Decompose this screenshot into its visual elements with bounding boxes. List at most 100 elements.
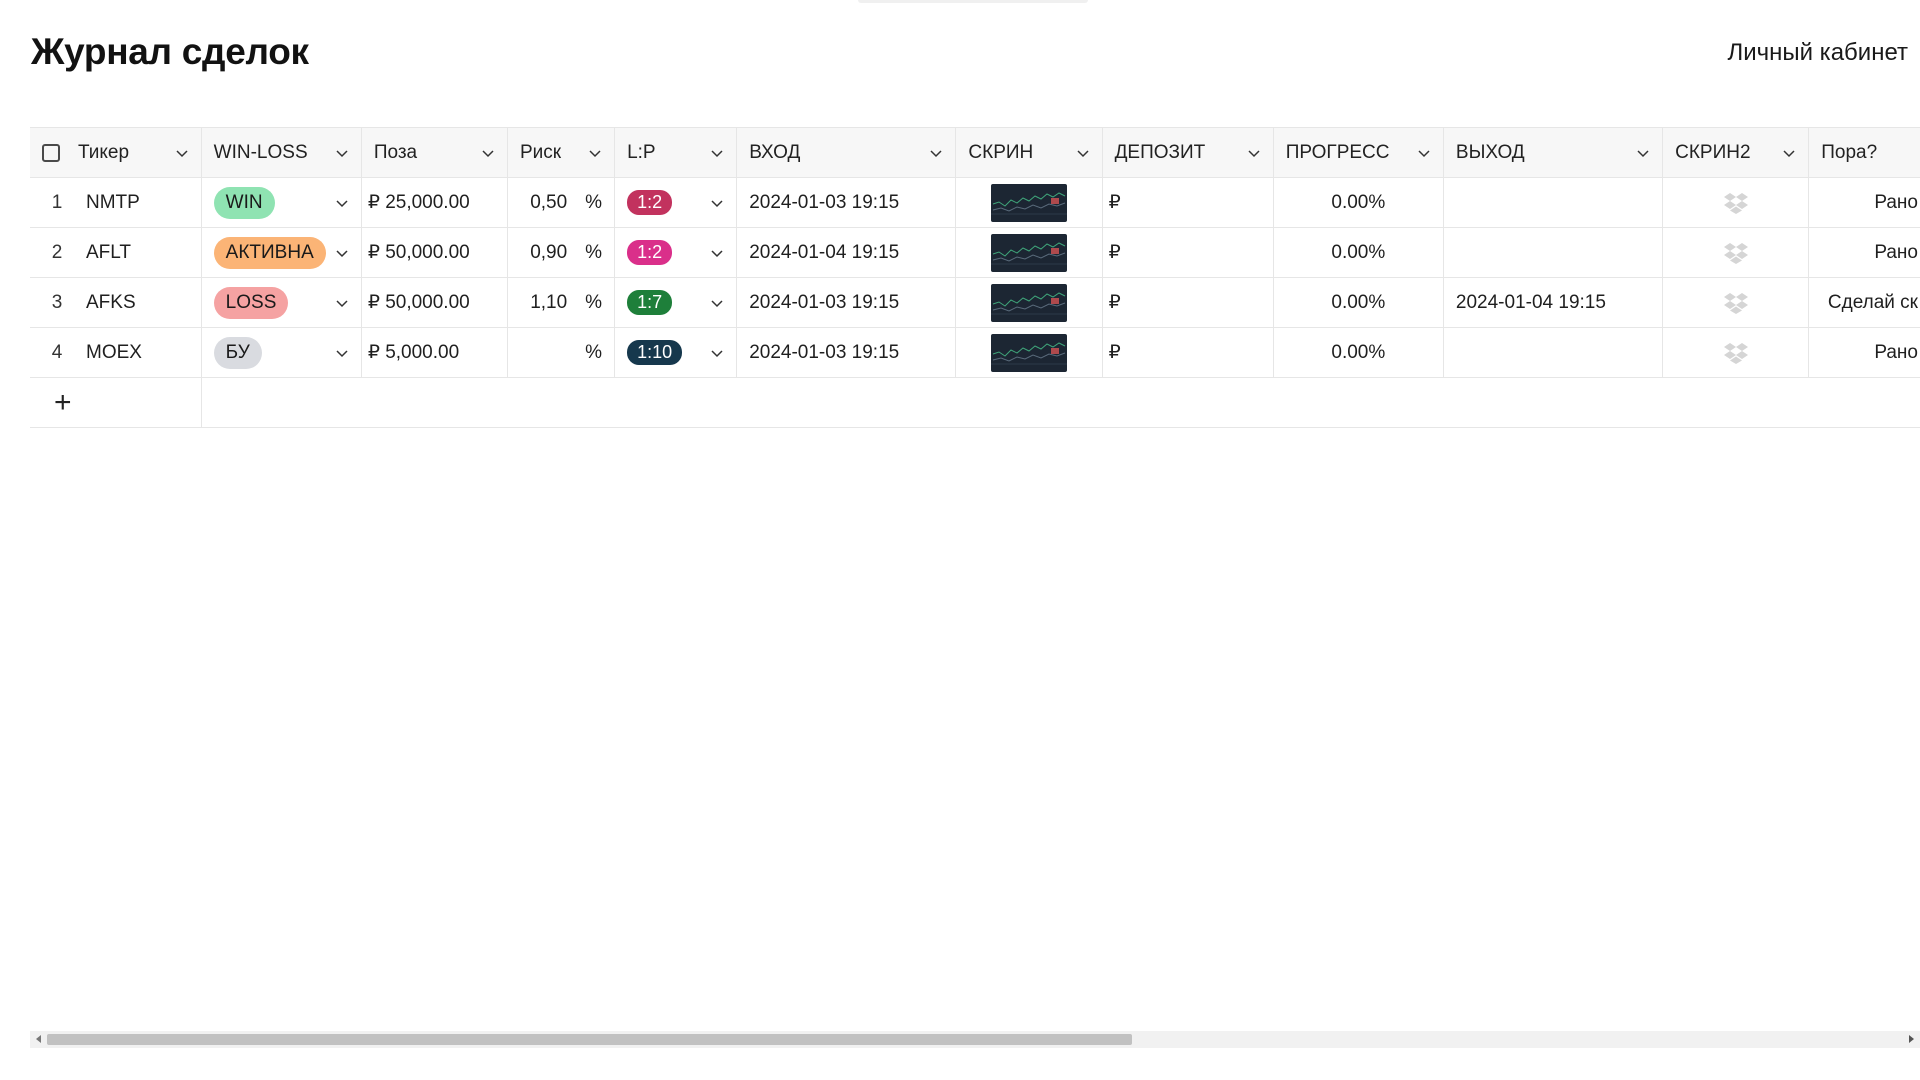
chevron-down-icon[interactable]: [1076, 146, 1090, 160]
lp-badge[interactable]: 1:2: [627, 240, 673, 265]
chevron-down-icon[interactable]: [929, 146, 943, 160]
cell-progress[interactable]: 0.00%: [1273, 277, 1444, 328]
table-row[interactable]: 4 MOEX БУ ₽ 5,000.00 % 1:10 2024-01-03 19…: [30, 327, 1920, 378]
cell-poza[interactable]: ₽ 50,000.00: [361, 277, 508, 328]
cell-entry[interactable]: 2024-01-03 19:15: [736, 327, 957, 378]
cell-exit[interactable]: 2024-01-04 19:15: [1443, 277, 1664, 328]
cell-deposit[interactable]: ₽: [1102, 327, 1274, 378]
cell-screen2[interactable]: [1662, 277, 1810, 328]
chevron-down-icon[interactable]: [481, 146, 495, 160]
chevron-down-icon[interactable]: [335, 346, 349, 360]
status-badge[interactable]: WIN: [213, 186, 275, 219]
table-row[interactable]: 2 AFLT АКТИВНА ₽ 50,000.00 0,90% 1:2 2024…: [30, 227, 1920, 278]
table-row[interactable]: 1 NMTP WIN ₽ 25,000.00 0,50% 1:2 2024-01-…: [30, 177, 1920, 228]
header-pora[interactable]: Пора?: [1808, 127, 1920, 178]
status-badge[interactable]: БУ: [213, 336, 262, 369]
cell-poza[interactable]: ₽ 50,000.00: [361, 227, 508, 278]
chevron-down-icon[interactable]: [1782, 146, 1796, 160]
cell-screen2[interactable]: [1662, 327, 1810, 378]
cell-lp[interactable]: 1:2: [614, 177, 738, 228]
cell-screen[interactable]: [955, 327, 1103, 378]
dropbox-icon[interactable]: [1723, 242, 1748, 264]
horizontal-scrollbar[interactable]: [30, 1031, 1920, 1048]
chevron-down-icon[interactable]: [335, 196, 349, 210]
cell-progress[interactable]: 0.00%: [1273, 327, 1444, 378]
chart-screenshot-thumbnail[interactable]: [990, 333, 1067, 372]
header-exit[interactable]: ВЫХОД: [1443, 127, 1664, 178]
status-badge[interactable]: АКТИВНА: [213, 236, 326, 269]
header-screen2[interactable]: СКРИН2: [1662, 127, 1810, 178]
cell-deposit[interactable]: ₽: [1102, 277, 1274, 328]
chart-screenshot-thumbnail[interactable]: [990, 183, 1067, 222]
chart-screenshot-thumbnail[interactable]: [990, 233, 1067, 272]
cell-win-loss[interactable]: АКТИВНА: [201, 227, 362, 278]
plus-icon[interactable]: +: [42, 386, 72, 419]
cell-win-loss[interactable]: БУ: [201, 327, 362, 378]
scroll-right-icon[interactable]: [1909, 1035, 1914, 1043]
cell-ticker[interactable]: 3 AFKS: [30, 277, 202, 328]
chevron-down-icon[interactable]: [335, 246, 349, 260]
cell-ticker[interactable]: 2 AFLT: [30, 227, 202, 278]
chevron-down-icon[interactable]: [710, 246, 724, 260]
cell-ticker[interactable]: 4 MOEX: [30, 327, 202, 378]
account-link[interactable]: Личный кабинет: [1727, 39, 1908, 67]
header-progress[interactable]: ПРОГРЕСС: [1273, 127, 1444, 178]
cell-ticker[interactable]: 1 NMTP: [30, 177, 202, 228]
cell-risk[interactable]: %: [507, 327, 616, 378]
cell-lp[interactable]: 1:10: [614, 327, 738, 378]
cell-screen[interactable]: [955, 277, 1103, 328]
cell-screen2[interactable]: [1662, 177, 1810, 228]
cell-pora[interactable]: Рано: [1808, 327, 1920, 378]
header-lp[interactable]: L:P: [614, 127, 738, 178]
cell-pora[interactable]: Сделай ск: [1808, 277, 1920, 328]
cell-exit[interactable]: [1443, 327, 1664, 378]
cell-pora[interactable]: Рано: [1808, 227, 1920, 278]
cell-progress[interactable]: 0.00%: [1273, 177, 1444, 228]
cell-exit[interactable]: [1443, 227, 1664, 278]
chevron-down-icon[interactable]: [588, 146, 602, 160]
scroll-left-icon[interactable]: [36, 1035, 41, 1043]
cell-progress[interactable]: 0.00%: [1273, 227, 1444, 278]
status-badge[interactable]: LOSS: [213, 286, 289, 319]
cell-poza[interactable]: ₽ 5,000.00: [361, 327, 508, 378]
cell-exit[interactable]: [1443, 177, 1664, 228]
cell-deposit[interactable]: ₽: [1102, 177, 1274, 228]
chevron-down-icon[interactable]: [1417, 146, 1431, 160]
cell-screen[interactable]: [955, 227, 1103, 278]
dropbox-icon[interactable]: [1723, 192, 1748, 214]
cell-risk[interactable]: 1,10%: [507, 277, 616, 328]
cell-screen[interactable]: [955, 177, 1103, 228]
chevron-down-icon[interactable]: [1247, 146, 1261, 160]
cell-deposit[interactable]: ₽: [1102, 227, 1274, 278]
chevron-down-icon[interactable]: [710, 196, 724, 210]
table-row[interactable]: 3 AFKS LOSS ₽ 50,000.00 1,10% 1:7 2024-01…: [30, 277, 1920, 328]
header-risk[interactable]: Риск: [507, 127, 616, 178]
header-entry[interactable]: ВХОД: [736, 127, 957, 178]
cell-entry[interactable]: 2024-01-03 19:15: [736, 277, 957, 328]
chevron-down-icon[interactable]: [335, 296, 349, 310]
chevron-down-icon[interactable]: [335, 146, 349, 160]
cell-win-loss[interactable]: LOSS: [201, 277, 362, 328]
header-poza[interactable]: Поза: [361, 127, 508, 178]
cell-risk[interactable]: 0,50%: [507, 177, 616, 228]
header-ticker[interactable]: Тикер: [30, 127, 202, 178]
lp-badge[interactable]: 1:10: [627, 340, 683, 365]
chevron-down-icon[interactable]: [710, 146, 724, 160]
header-win-loss[interactable]: WIN-LOSS: [201, 127, 362, 178]
scrollbar-thumb[interactable]: [47, 1034, 1132, 1045]
chevron-down-icon[interactable]: [710, 296, 724, 310]
chevron-down-icon[interactable]: [175, 146, 189, 160]
lp-badge[interactable]: 1:7: [627, 290, 673, 315]
cell-poza[interactable]: ₽ 25,000.00: [361, 177, 508, 228]
cell-risk[interactable]: 0,90%: [507, 227, 616, 278]
cell-lp[interactable]: 1:2: [614, 227, 738, 278]
cell-entry[interactable]: 2024-01-03 19:15: [736, 177, 957, 228]
lp-badge[interactable]: 1:2: [627, 190, 673, 215]
chevron-down-icon[interactable]: [710, 346, 724, 360]
select-all-checkbox[interactable]: [42, 143, 60, 162]
dropbox-icon[interactable]: [1723, 342, 1748, 364]
header-deposit[interactable]: ДЕПОЗИТ: [1102, 127, 1274, 178]
dropbox-icon[interactable]: [1723, 292, 1748, 314]
cell-lp[interactable]: 1:7: [614, 277, 738, 328]
chevron-down-icon[interactable]: [1636, 146, 1650, 160]
